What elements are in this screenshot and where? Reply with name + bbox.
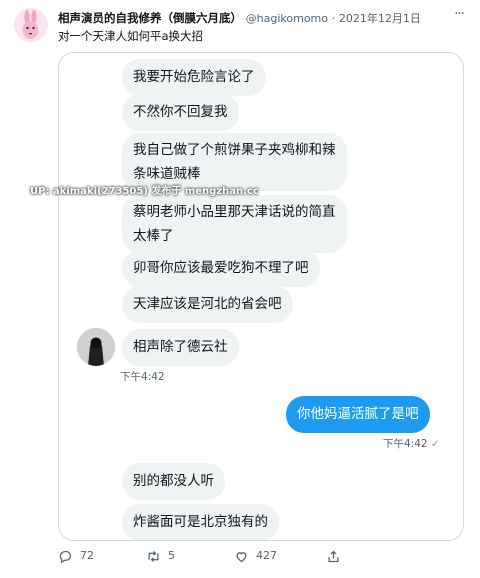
sender-avatar[interactable]	[77, 328, 115, 366]
sent-timestamp-row: 下午4:42 ✓	[383, 436, 439, 451]
received-message: 炸酱面可是北京独有的	[122, 504, 279, 540]
watermark-text: UP: akimaki(273505) 发布于 mengzhan.cc	[30, 186, 259, 197]
like-count: 427	[256, 549, 277, 562]
received-message: 蔡明老师小品里那天津话说的简直 太棒了	[122, 195, 347, 253]
tweet-actions: 72 5 427	[58, 547, 438, 565]
sent-message: 你他妈逼活腻了是吧	[286, 396, 430, 433]
reply-count: 72	[80, 549, 94, 562]
received-message: 我要开始危险言论了	[122, 59, 266, 96]
read-check-icon: ✓	[430, 439, 440, 450]
received-message: 天津应该是河北的省会吧	[122, 286, 293, 323]
tweet-text: 对一个天津人如何平a换大招	[58, 29, 204, 43]
heart-icon	[236, 551, 247, 562]
share-button[interactable]	[326, 547, 348, 565]
received-message: 不然你不回复我	[122, 94, 239, 131]
tweet-date[interactable]: 2021年12月1日	[339, 12, 421, 25]
reply-icon	[59, 550, 72, 563]
reply-button[interactable]: 72	[58, 547, 94, 565]
author-handle[interactable]: @hagikomomo	[246, 12, 328, 25]
more-icon[interactable]: ···	[450, 8, 468, 26]
received-message-text: 我自己做了个煎饼果子夹鸡柳和辣 条味道贼棒	[133, 142, 336, 182]
tweet: 相声演员的自我修养（倒膜六月底） @hagikomomo · 2021年12月1…	[0, 0, 480, 578]
share-icon	[328, 550, 339, 562]
header-separator: ·	[331, 12, 336, 25]
tweet-header: 相声演员的自我修养（倒膜六月底） @hagikomomo · 2021年12月1…	[58, 9, 450, 27]
retweet-icon	[148, 550, 159, 562]
like-button[interactable]: 427	[234, 547, 277, 565]
tweet-media-screenshot[interactable]: 我要开始危险言论了 不然你不回复我 我自己做了个煎饼果子夹鸡柳和辣 条味道贼棒 …	[58, 52, 464, 541]
retweet-button[interactable]: 5	[146, 547, 175, 565]
sent-timestamp: 下午4:42	[383, 438, 428, 450]
received-message: 卯哥你应该最爱吃狗不理了吧	[122, 250, 320, 287]
received-message-text: 蔡明老师小品里那天津话说的简直 太棒了	[133, 204, 336, 244]
author-name[interactable]: 相声演员的自我修养（倒膜六月底）	[58, 11, 242, 25]
author-avatar[interactable]	[14, 8, 48, 42]
received-message: 别的都没人听	[122, 463, 225, 500]
retweet-count: 5	[168, 549, 175, 562]
received-message: 相声除了德云社	[122, 329, 239, 366]
received-timestamp: 下午4:42	[120, 371, 165, 383]
